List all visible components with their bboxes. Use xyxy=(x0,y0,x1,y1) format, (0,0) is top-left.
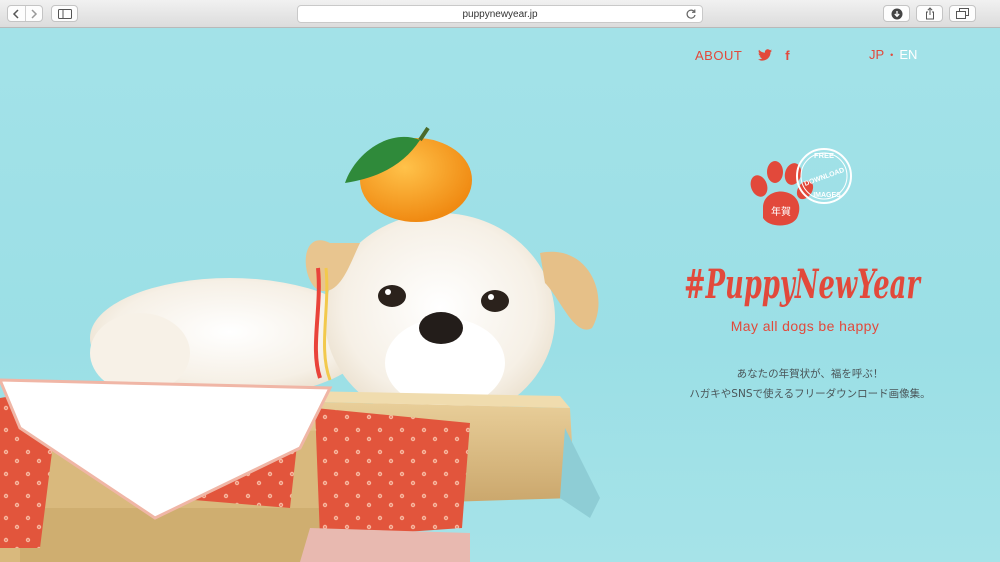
chevron-right-icon xyxy=(31,8,38,19)
description-line-2: ハガキやSNSで使えるフリーダウンロード画像集。 xyxy=(689,388,931,400)
download-badge: FREE DOWNLOAD IMAGES xyxy=(796,148,852,204)
top-nav: ABOUT f xyxy=(695,47,790,63)
share-icon xyxy=(925,7,934,20)
chevron-left-icon xyxy=(13,8,20,19)
tagline: May all dogs be happy xyxy=(730,318,880,334)
twitter-icon[interactable] xyxy=(758,49,773,61)
web-page: ABOUT f JP • EN 年賀 FREE DOWNLOAD IMAGES … xyxy=(0,28,1000,562)
language-switcher: JP • EN xyxy=(869,47,917,62)
url-text: puppynewyear.jp xyxy=(462,8,538,20)
lang-separator: • xyxy=(890,49,894,60)
stamp-kanji: 年賀 xyxy=(771,205,791,218)
description-line-1: あなたの年賀状が、福を呼ぶ！ xyxy=(736,368,884,380)
download-icon xyxy=(891,8,902,19)
lang-en[interactable]: EN xyxy=(899,47,917,62)
downloads-button[interactable] xyxy=(883,5,910,22)
stamp-free-text: FREE xyxy=(814,151,834,160)
sidebar-icon xyxy=(57,8,72,19)
description: あなたの年賀状が、福を呼ぶ！ ハガキやSNSで使えるフリーダウンロード画像集。 xyxy=(645,364,975,404)
puppy-hero-image xyxy=(0,126,600,562)
sidebar-button[interactable] xyxy=(51,5,78,22)
history-nav xyxy=(7,5,43,22)
hashtag-title-text: #PuppyNewYear xyxy=(684,261,922,308)
reload-icon[interactable] xyxy=(685,8,697,20)
stamp-images-text: IMAGES xyxy=(813,192,841,199)
about-link[interactable]: ABOUT xyxy=(695,48,742,63)
back-button[interactable] xyxy=(8,6,25,21)
tab-overview-button[interactable] xyxy=(949,5,976,22)
paw-stamp-logo: 年賀 FREE DOWNLOAD IMAGES xyxy=(750,148,852,226)
address-bar[interactable]: puppynewyear.jp xyxy=(297,5,703,23)
browser-toolbar: puppynewyear.jp xyxy=(0,0,1000,28)
share-button[interactable] xyxy=(916,5,943,22)
forward-button[interactable] xyxy=(24,6,42,21)
lang-jp[interactable]: JP xyxy=(869,47,884,62)
hashtag-title: #PuppyNewYear xyxy=(684,261,922,308)
stamp-download-text: DOWNLOAD xyxy=(804,167,846,188)
tabs-icon xyxy=(956,8,969,19)
paw-print-icon: 年賀 xyxy=(750,161,814,226)
facebook-icon[interactable]: f xyxy=(785,48,790,63)
